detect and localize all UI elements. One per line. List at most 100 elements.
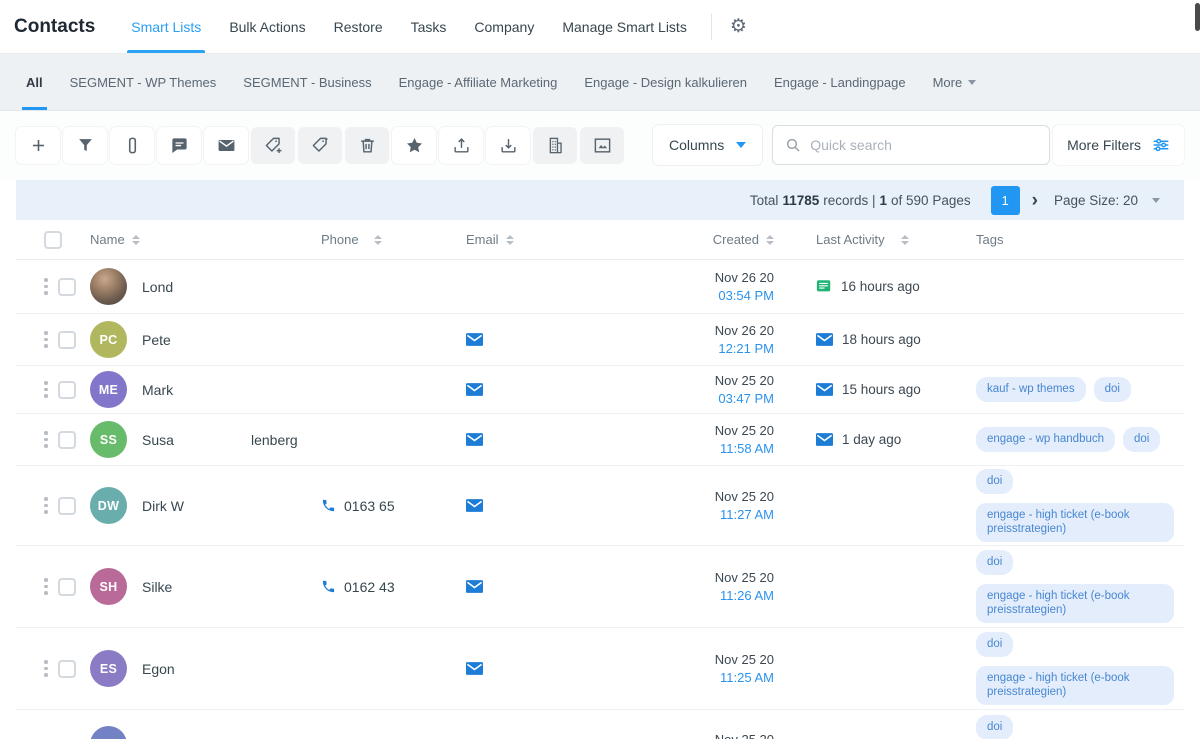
tag-pill: engage - high ticket (e-book preisstrate… (976, 666, 1174, 706)
star-icon (405, 136, 424, 155)
email-icon[interactable] (466, 662, 483, 675)
nav-tab-tasks[interactable]: Tasks (397, 0, 461, 53)
filter-button[interactable] (63, 127, 107, 164)
phone-cell: 0163 65 (316, 498, 451, 514)
import-button[interactable] (486, 127, 530, 164)
column-header-phone[interactable]: Phone (316, 232, 451, 247)
image-icon (593, 136, 612, 155)
contact-name[interactable]: Silke (142, 579, 172, 595)
contact-name[interactable]: Lond (142, 279, 173, 295)
name-cell: ES Egon (86, 650, 316, 687)
last-activity-text: 18 hours ago (842, 332, 921, 347)
smart-list-tab-engage---affiliate-marketing[interactable]: Engage - Affiliate Marketing (399, 54, 558, 110)
row-menu-icon[interactable] (44, 278, 48, 295)
row-menu-icon[interactable] (44, 381, 48, 398)
nav-tab-smart-lists[interactable]: Smart Lists (117, 0, 215, 53)
table-row[interactable]: Nov 25 20doi (16, 710, 1184, 739)
nav-tab-restore[interactable]: Restore (320, 0, 397, 53)
table-body: LondNov 26 2003:54 PM16 hours agoPCPeteN… (16, 260, 1184, 739)
avatar (90, 726, 127, 739)
search-input[interactable] (810, 137, 1037, 153)
row-menu-icon[interactable] (44, 331, 48, 348)
phone-button[interactable] (110, 127, 154, 164)
smart-list-tab-segment---wp-themes[interactable]: SEGMENT - WP Themes (70, 54, 217, 110)
contact-name[interactable]: Mark (142, 382, 173, 398)
star-button[interactable] (392, 127, 436, 164)
email-icon[interactable] (466, 383, 483, 396)
nav-tab-bulk-actions[interactable]: Bulk Actions (215, 0, 319, 53)
page-size-select[interactable]: Page Size: 20 (1054, 193, 1160, 208)
contact-name[interactable]: Susa (142, 432, 174, 448)
company-icon (546, 136, 565, 155)
nav-tab-manage-smart-lists[interactable]: Manage Smart Lists (548, 0, 701, 53)
email-activity-icon (816, 433, 833, 446)
page-1-button[interactable]: 1 (991, 186, 1020, 215)
company-button[interactable] (533, 127, 577, 164)
email-button[interactable] (204, 127, 248, 164)
table-row[interactable]: SHSilke0162 43Nov 25 2011:26 AMdoiengage… (16, 546, 1184, 628)
add-tag-button[interactable] (251, 127, 295, 164)
smart-list-tab-engage---design-kalkulieren[interactable]: Engage - Design kalkulieren (584, 54, 747, 110)
sort-icon (766, 235, 774, 245)
table-row[interactable]: MEMarkNov 25 2003:47 PM15 hours agokauf … (16, 366, 1184, 414)
created-cell: Nov 25 2011:25 AM (636, 652, 776, 685)
row-checkbox[interactable] (58, 278, 76, 296)
row-menu-icon[interactable] (44, 660, 48, 677)
row-menu-icon[interactable] (44, 431, 48, 448)
smart-list-tab-segment---business[interactable]: SEGMENT - Business (243, 54, 371, 110)
smart-list-tab-more[interactable]: More (933, 54, 977, 110)
row-checkbox[interactable] (58, 381, 76, 399)
last-activity-text: 1 day ago (842, 432, 901, 447)
select-all-checkbox[interactable] (44, 231, 62, 249)
contact-name[interactable]: Egon (142, 661, 175, 677)
scrollbar-thumb[interactable] (1195, 3, 1200, 31)
gear-icon[interactable]: ⚙ (722, 11, 755, 42)
add-tag-icon (264, 136, 283, 155)
columns-button[interactable]: Columns (653, 125, 762, 165)
add-contact-button[interactable] (16, 127, 60, 164)
row-menu-icon[interactable] (44, 497, 48, 514)
table-row[interactable]: SSSusalenbergNov 25 2011:58 AM1 day agoe… (16, 414, 1184, 466)
export-button[interactable] (439, 127, 483, 164)
smart-list-tab-all[interactable]: All (26, 54, 43, 110)
email-icon[interactable] (466, 333, 483, 346)
contact-name[interactable]: Dirk W (142, 498, 184, 514)
add-contact-icon (29, 136, 48, 155)
table-row[interactable]: ES Egon Nov 25 2011:25 AM doiengage - high … (16, 628, 1184, 710)
row-checkbox[interactable] (58, 431, 76, 449)
sms-button[interactable] (157, 127, 201, 164)
table-row[interactable]: DWDirk W0163 65Nov 25 2011:27 AMdoiengag… (16, 466, 1184, 546)
nav-tab-company[interactable]: Company (460, 0, 548, 53)
page-size-label: Page Size: 20 (1054, 193, 1138, 208)
more-filters-button[interactable]: More Filters (1053, 125, 1184, 165)
column-header-name[interactable]: Name (86, 232, 316, 247)
image-button[interactable] (580, 127, 624, 164)
row-checkbox[interactable] (58, 497, 76, 515)
created-time: 11:27 AM (720, 507, 774, 522)
row-checkbox[interactable] (58, 331, 76, 349)
smart-list-tab-engage---landingpage[interactable]: Engage - Landingpage (774, 54, 906, 110)
created-cell: Nov 26 2012:21 PM (636, 323, 776, 356)
column-header-created[interactable]: Created (636, 232, 776, 247)
row-menu-icon[interactable] (44, 578, 48, 595)
quick-search (772, 125, 1050, 165)
created-date: Nov 25 20 (715, 489, 774, 504)
remove-tag-button[interactable] (298, 127, 342, 164)
column-header-email[interactable]: Email (451, 232, 636, 247)
email-icon[interactable] (466, 499, 483, 512)
table-row[interactable]: PCPeteNov 26 2012:21 PM18 hours ago (16, 314, 1184, 366)
avatar: ES (90, 650, 127, 687)
delete-button[interactable] (345, 127, 389, 164)
next-page-button[interactable]: › (1032, 191, 1038, 210)
email-icon[interactable] (466, 580, 483, 593)
email-icon[interactable] (466, 433, 483, 446)
contact-name[interactable]: Pete (142, 332, 171, 348)
tags-cell: doiengage - high ticket (e-book preisstr… (961, 632, 1180, 706)
table-row[interactable]: LondNov 26 2003:54 PM16 hours ago (16, 260, 1184, 314)
sort-icon (901, 235, 909, 245)
row-checkbox[interactable] (58, 660, 76, 678)
tag-pill: doi (976, 469, 1013, 494)
row-checkbox[interactable] (58, 578, 76, 596)
created-time: 11:25 AM (720, 670, 774, 685)
column-header-last-activity[interactable]: Last Activity (776, 232, 961, 247)
